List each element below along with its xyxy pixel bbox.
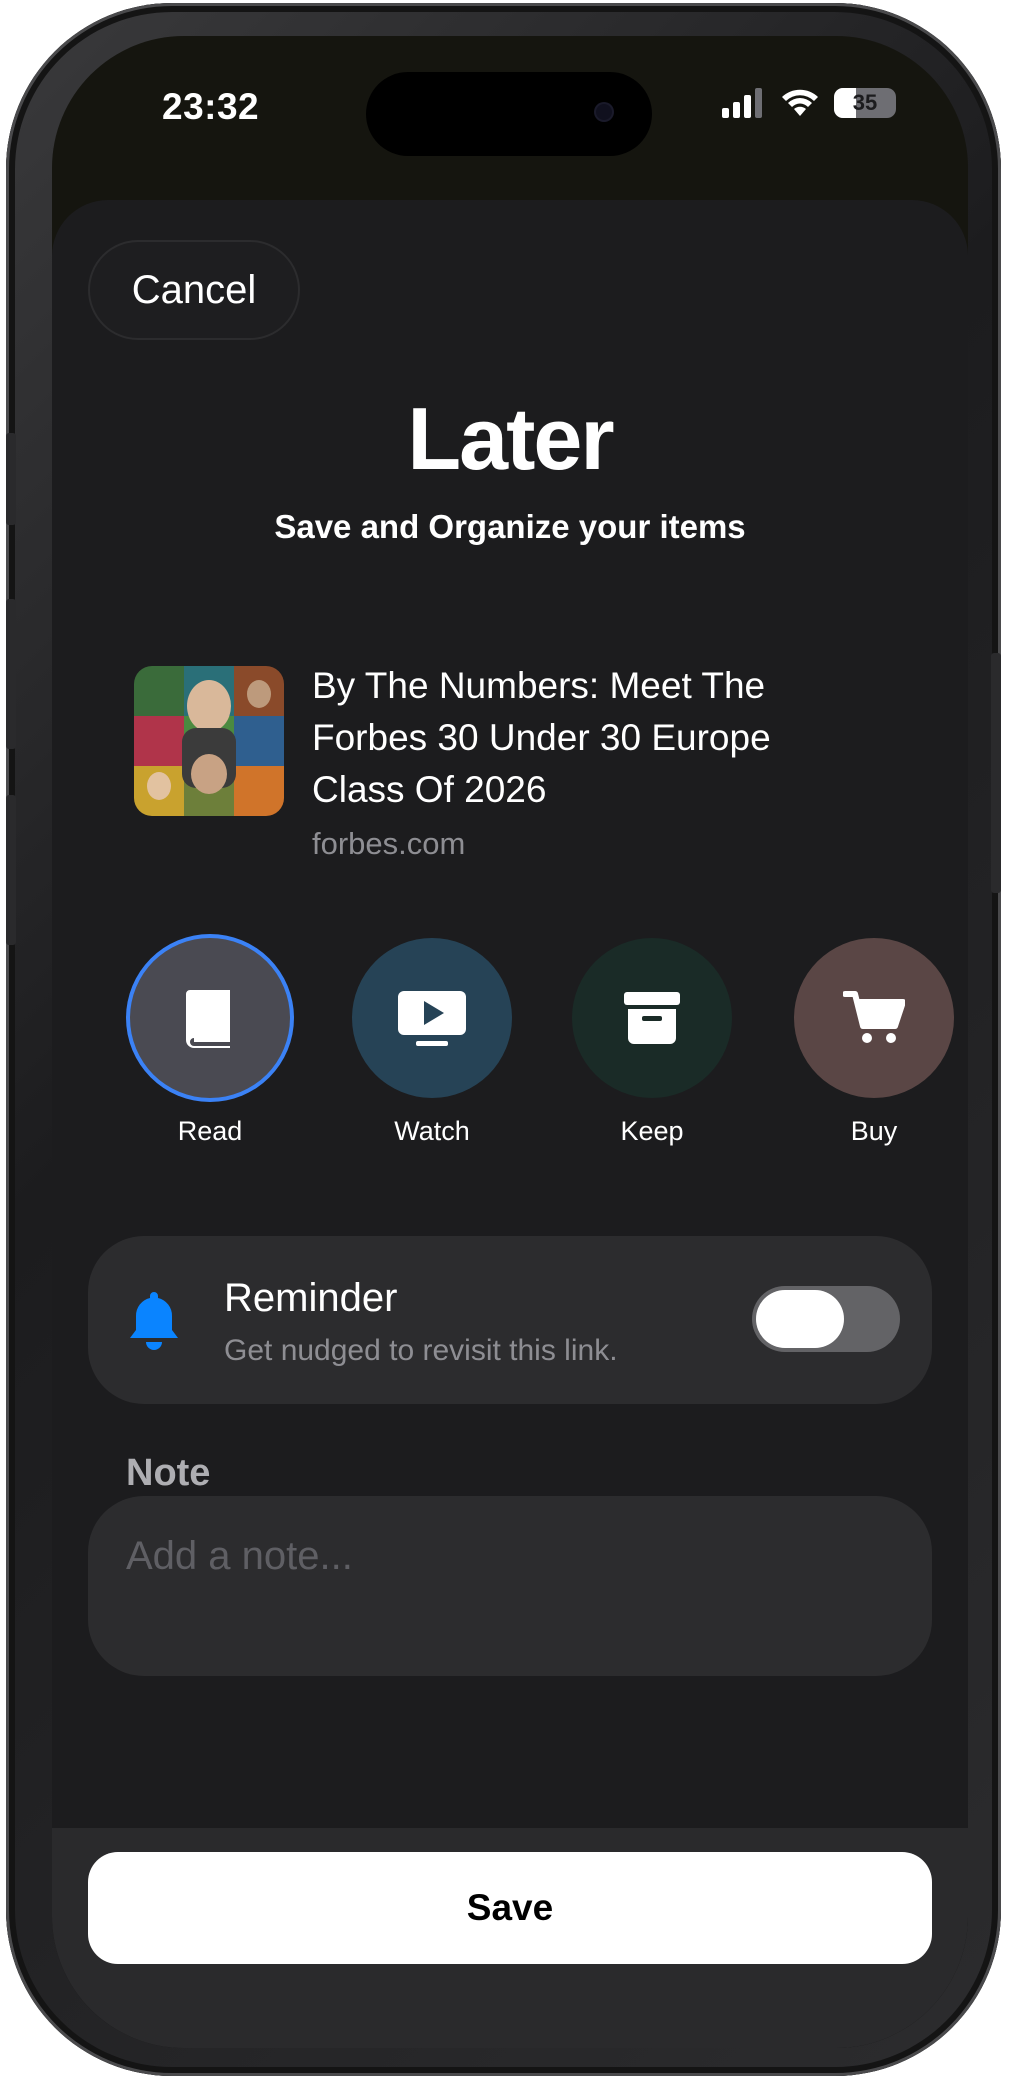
- cancel-button[interactable]: Cancel: [88, 240, 300, 340]
- app-title: Later: [407, 389, 614, 488]
- power-button: [991, 653, 1001, 893]
- article-thumbnail: [134, 666, 284, 816]
- screen: 23:32 35 Cancel Later Save and Organize …: [52, 36, 968, 2048]
- bell-icon: [130, 1292, 178, 1350]
- play-screen-icon: [398, 991, 466, 1046]
- note-input[interactable]: [88, 1496, 932, 1676]
- category-buy-label: Buy: [850, 1116, 898, 1146]
- dynamic-island: [366, 72, 652, 156]
- camera-icon: [596, 104, 612, 120]
- category-keep-circle[interactable]: [572, 938, 732, 1098]
- cellular-signal-icon: [722, 88, 762, 118]
- save-button[interactable]: Save: [88, 1852, 932, 1964]
- footer: Save: [52, 1828, 968, 2048]
- category-watch-label: Watch: [394, 1116, 470, 1146]
- reminder-card: Reminder Get nudged to revisit this link…: [88, 1236, 932, 1404]
- phone-frame: 23:32 35 Cancel Later Save and Organize …: [6, 3, 1001, 2076]
- wifi-icon: [782, 89, 818, 116]
- reminder-toggle[interactable]: [752, 1286, 900, 1352]
- archive-box-icon: [624, 992, 680, 1044]
- category-watch-button[interactable]: Watch: [352, 938, 512, 1147]
- category-read-button[interactable]: Read: [130, 938, 290, 1147]
- app-subtitle: Save and Organize your items: [274, 508, 746, 545]
- book-icon: [186, 990, 230, 1048]
- note-label: Note: [126, 1452, 211, 1494]
- cart-icon: [843, 991, 905, 1043]
- battery-percent: 35: [852, 90, 878, 115]
- article-source: forbes.com: [312, 826, 466, 861]
- volume-down-button: [6, 795, 16, 945]
- category-watch-circle[interactable]: [352, 938, 512, 1098]
- action-button: [6, 433, 16, 525]
- article-title: By The Numbers: Meet The Forbes 30 Under…: [312, 665, 771, 810]
- battery-icon: 35: [834, 88, 896, 118]
- toggle-knob: [756, 1290, 844, 1348]
- status-time: 23:32: [162, 86, 260, 127]
- thumbnail-image: [134, 666, 284, 816]
- category-read-label: Read: [177, 1116, 243, 1146]
- reminder-title: Reminder: [224, 1276, 398, 1320]
- category-buy-button[interactable]: Buy: [794, 938, 954, 1147]
- category-keep-label: Keep: [620, 1116, 684, 1146]
- category-read-circle[interactable]: [130, 938, 290, 1098]
- status-icons: 35: [722, 88, 896, 118]
- volume-up-button: [6, 599, 16, 749]
- category-buy-circle[interactable]: [794, 938, 954, 1098]
- save-sheet: Cancel Later Save and Organize your item…: [52, 200, 968, 2048]
- category-keep-button[interactable]: Keep: [572, 938, 732, 1147]
- reminder-subtitle: Get nudged to revisit this link.: [224, 1334, 618, 1367]
